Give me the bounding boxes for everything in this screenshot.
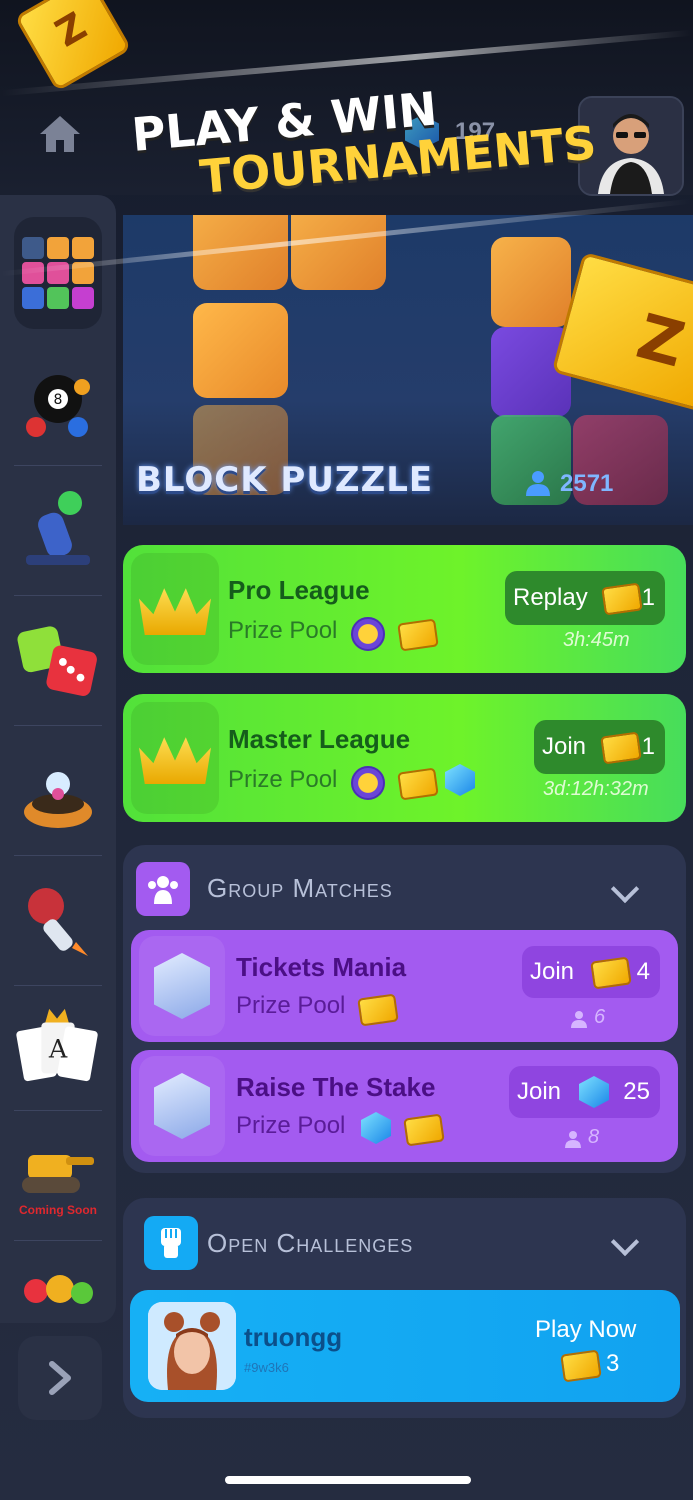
coming-soon-label: Coming Soon (19, 1203, 97, 1217)
challenge-card[interactable]: truongg #9w3k6 Play Now 3 (130, 1290, 680, 1402)
zcoin-icon (351, 617, 385, 651)
challenger-username: truongg (244, 1322, 343, 1352)
player-count: 8 (588, 1126, 600, 1148)
gem-icon (445, 764, 475, 796)
section-title: Group Matches (207, 873, 393, 903)
rocket-icon (28, 888, 88, 956)
match-title: Tickets Mania (236, 952, 407, 982)
players-icon (571, 1011, 587, 1028)
crown-icon (139, 737, 211, 784)
challenge-cost: 3 (606, 1350, 620, 1377)
dice-icon (17, 626, 97, 696)
cards-icon: A (16, 1008, 98, 1082)
sidebar-item-solitaire[interactable]: A (14, 995, 102, 1095)
group-match-card[interactable]: Raise The Stake Prize Pool Join 25 8 (131, 1050, 678, 1162)
sidebar-item-ball-hole[interactable] (14, 740, 102, 840)
chevron-right-icon (49, 1361, 71, 1395)
group-icon (136, 862, 190, 916)
game-sidebar: 8 A Coming Soon (0, 195, 116, 1323)
join-button[interactable]: Join 1 (534, 720, 665, 774)
svg-text:8: 8 (54, 392, 63, 408)
gem-icon (361, 1112, 391, 1144)
svg-text:A: A (48, 1034, 68, 1064)
join-button[interactable]: Join 4 (522, 946, 660, 998)
cannon-icon (26, 491, 90, 565)
prize-pool-label: Prize Pool (228, 617, 338, 644)
challenger-id: #9w3k6 (244, 1360, 289, 1375)
section-title: Open Challenges (207, 1228, 414, 1258)
home-icon (40, 116, 80, 152)
league-title: Master League (228, 724, 411, 754)
fruit-icon (24, 1275, 93, 1304)
sidebar-item-cannon[interactable] (14, 480, 102, 580)
ticket-icon (397, 618, 439, 652)
zcoin-icon (351, 766, 385, 800)
group-match-card[interactable]: Tickets Mania Prize Pool Join 4 6 (131, 930, 678, 1042)
league-title: Pro League (228, 575, 370, 605)
league-timer: 3h:45m (563, 629, 630, 651)
chevron-down-icon[interactable] (610, 874, 640, 904)
replay-button[interactable]: Replay 1 (505, 571, 665, 625)
home-indicator[interactable] (225, 1476, 471, 1484)
avatar (148, 1302, 236, 1390)
sidebar-item-tank[interactable]: Coming Soon (14, 1125, 102, 1225)
player-count: 2571 (560, 470, 614, 497)
players-icon (526, 471, 550, 496)
player-count: 6 (594, 1006, 606, 1028)
home-button[interactable] (36, 112, 84, 156)
sidebar-item-pool[interactable]: 8 (14, 355, 102, 455)
ticket-icon (403, 1113, 445, 1147)
league-card-pro[interactable]: Pro League Prize Pool Replay 1 3h:45m (123, 545, 686, 673)
fist-icon (144, 1216, 198, 1270)
user-avatar-icon (148, 1302, 236, 1390)
join-button[interactable]: Join 25 (509, 1066, 660, 1118)
group-matches-section: Group Matches Tickets Mania Prize Pool J… (123, 845, 686, 1173)
prize-pool-label: Prize Pool (228, 766, 338, 793)
tank-icon (22, 1155, 94, 1193)
ticket-icon (590, 956, 632, 990)
sidebar-item-dice[interactable] (14, 610, 102, 710)
prize-pool-label: Prize Pool (236, 992, 346, 1019)
ticket-icon (560, 1349, 602, 1383)
ticket-icon (397, 767, 439, 801)
league-timer: 3d:12h:32m (543, 778, 649, 800)
league-card-master[interactable]: Master League Prize Pool Join 1 3d:12h:3… (123, 694, 686, 822)
pool-ball-icon: 8 (26, 375, 90, 437)
ball-hole-icon (24, 772, 92, 828)
sidebar-item-rocket[interactable] (14, 870, 102, 970)
gem-icon (579, 1076, 609, 1108)
sidebar-item-fruit[interactable] (14, 1245, 102, 1325)
chevron-down-icon[interactable] (610, 1227, 640, 1257)
prize-pool-label: Prize Pool (236, 1112, 346, 1139)
players-icon (565, 1131, 581, 1148)
ticket-icon (357, 993, 399, 1027)
game-title: BLOCK PUZZLE (136, 460, 434, 500)
crystal-icon (154, 1073, 210, 1139)
sidebar-expand-button[interactable] (18, 1336, 102, 1420)
crystal-icon (154, 953, 210, 1019)
ticket-icon (601, 582, 643, 616)
match-title: Raise The Stake (236, 1072, 436, 1102)
play-now-button[interactable]: Play Now (535, 1316, 636, 1344)
ticket-icon (600, 731, 642, 765)
crown-icon (139, 588, 211, 635)
